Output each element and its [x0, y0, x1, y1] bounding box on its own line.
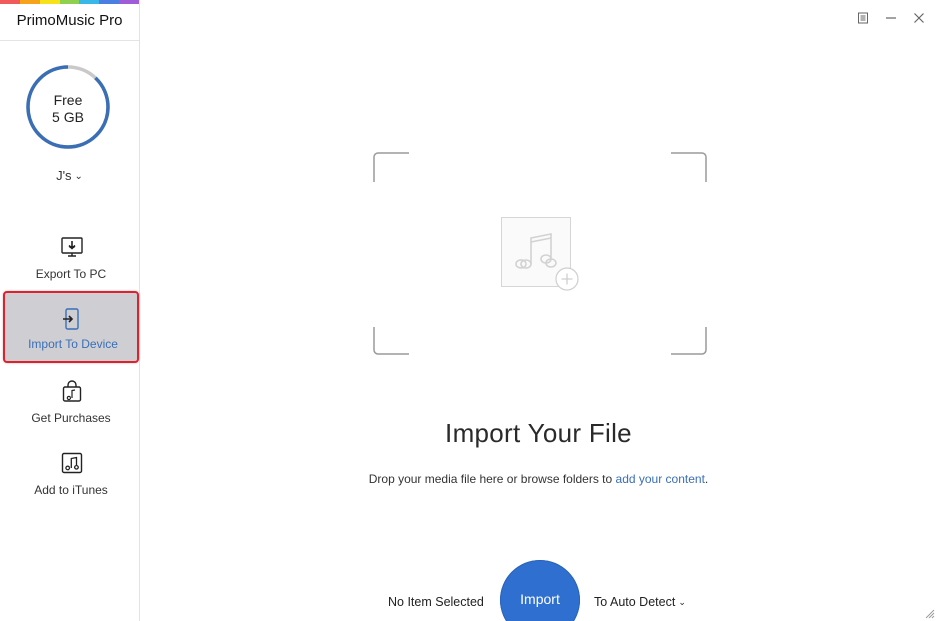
- drop-hint-text: Drop your media file here or browse fold…: [368, 472, 616, 486]
- import-to-device-icon: [63, 308, 79, 330]
- nav-label: Add to iTunes: [34, 483, 108, 497]
- drop-hint: Drop your media file here or browse fold…: [140, 472, 937, 486]
- selection-status: No Item Selected: [388, 595, 484, 609]
- storage-free-label: Free: [53, 92, 83, 108]
- nav-label: Get Purchases: [31, 411, 111, 425]
- shopping-bag-icon: [62, 380, 82, 402]
- storage-free-text: Free 5 GB: [25, 92, 111, 126]
- drop-hint-suffix: .: [704, 472, 709, 486]
- target-label: To Auto Detect: [594, 595, 676, 609]
- close-icon[interactable]: [913, 11, 925, 25]
- plus-circle-icon[interactable]: [555, 267, 579, 291]
- chevron-down-icon: ⌄: [74, 171, 83, 182]
- storage-free-size: 5 GB: [52, 109, 84, 125]
- page-title: Import Your File: [445, 418, 632, 448]
- nav-export-to-pc[interactable]: Export To PC: [3, 227, 139, 299]
- device-selector[interactable]: J's ⌄: [0, 168, 139, 183]
- export-to-pc-icon: [61, 237, 83, 257]
- brand-color-strip: [0, 0, 140, 4]
- window-controls: [857, 11, 925, 25]
- nav-label: Export To PC: [35, 267, 107, 281]
- app-window: PrimoMusic Pro Free 5 GB J's ⌄ Export To …: [0, 0, 937, 621]
- add-content-link[interactable]: add your content: [616, 472, 705, 486]
- sidebar: PrimoMusic Pro Free 5 GB J's ⌄ Export To …: [0, 0, 140, 621]
- import-button[interactable]: Import: [500, 560, 580, 621]
- menu-icon[interactable]: [857, 11, 869, 25]
- music-note-icon: [515, 233, 557, 269]
- nav-label: Import To Device: [28, 337, 118, 351]
- nav-add-to-itunes[interactable]: Add to iTunes: [3, 443, 139, 515]
- device-name: J's: [56, 168, 72, 183]
- chevron-down-icon: ⌄: [678, 597, 686, 607]
- target-selector[interactable]: To Auto Detect ⌄: [594, 595, 686, 609]
- divider: [0, 40, 139, 41]
- minimize-icon[interactable]: [885, 11, 897, 25]
- itunes-note-icon: [61, 452, 83, 474]
- import-button-label: Import: [520, 591, 560, 607]
- nav-import-to-device[interactable]: Import To Device: [3, 291, 139, 363]
- nav-get-purchases[interactable]: Get Purchases: [3, 371, 139, 443]
- app-title: PrimoMusic Pro: [16, 12, 123, 29]
- resize-grip-icon[interactable]: [925, 609, 935, 619]
